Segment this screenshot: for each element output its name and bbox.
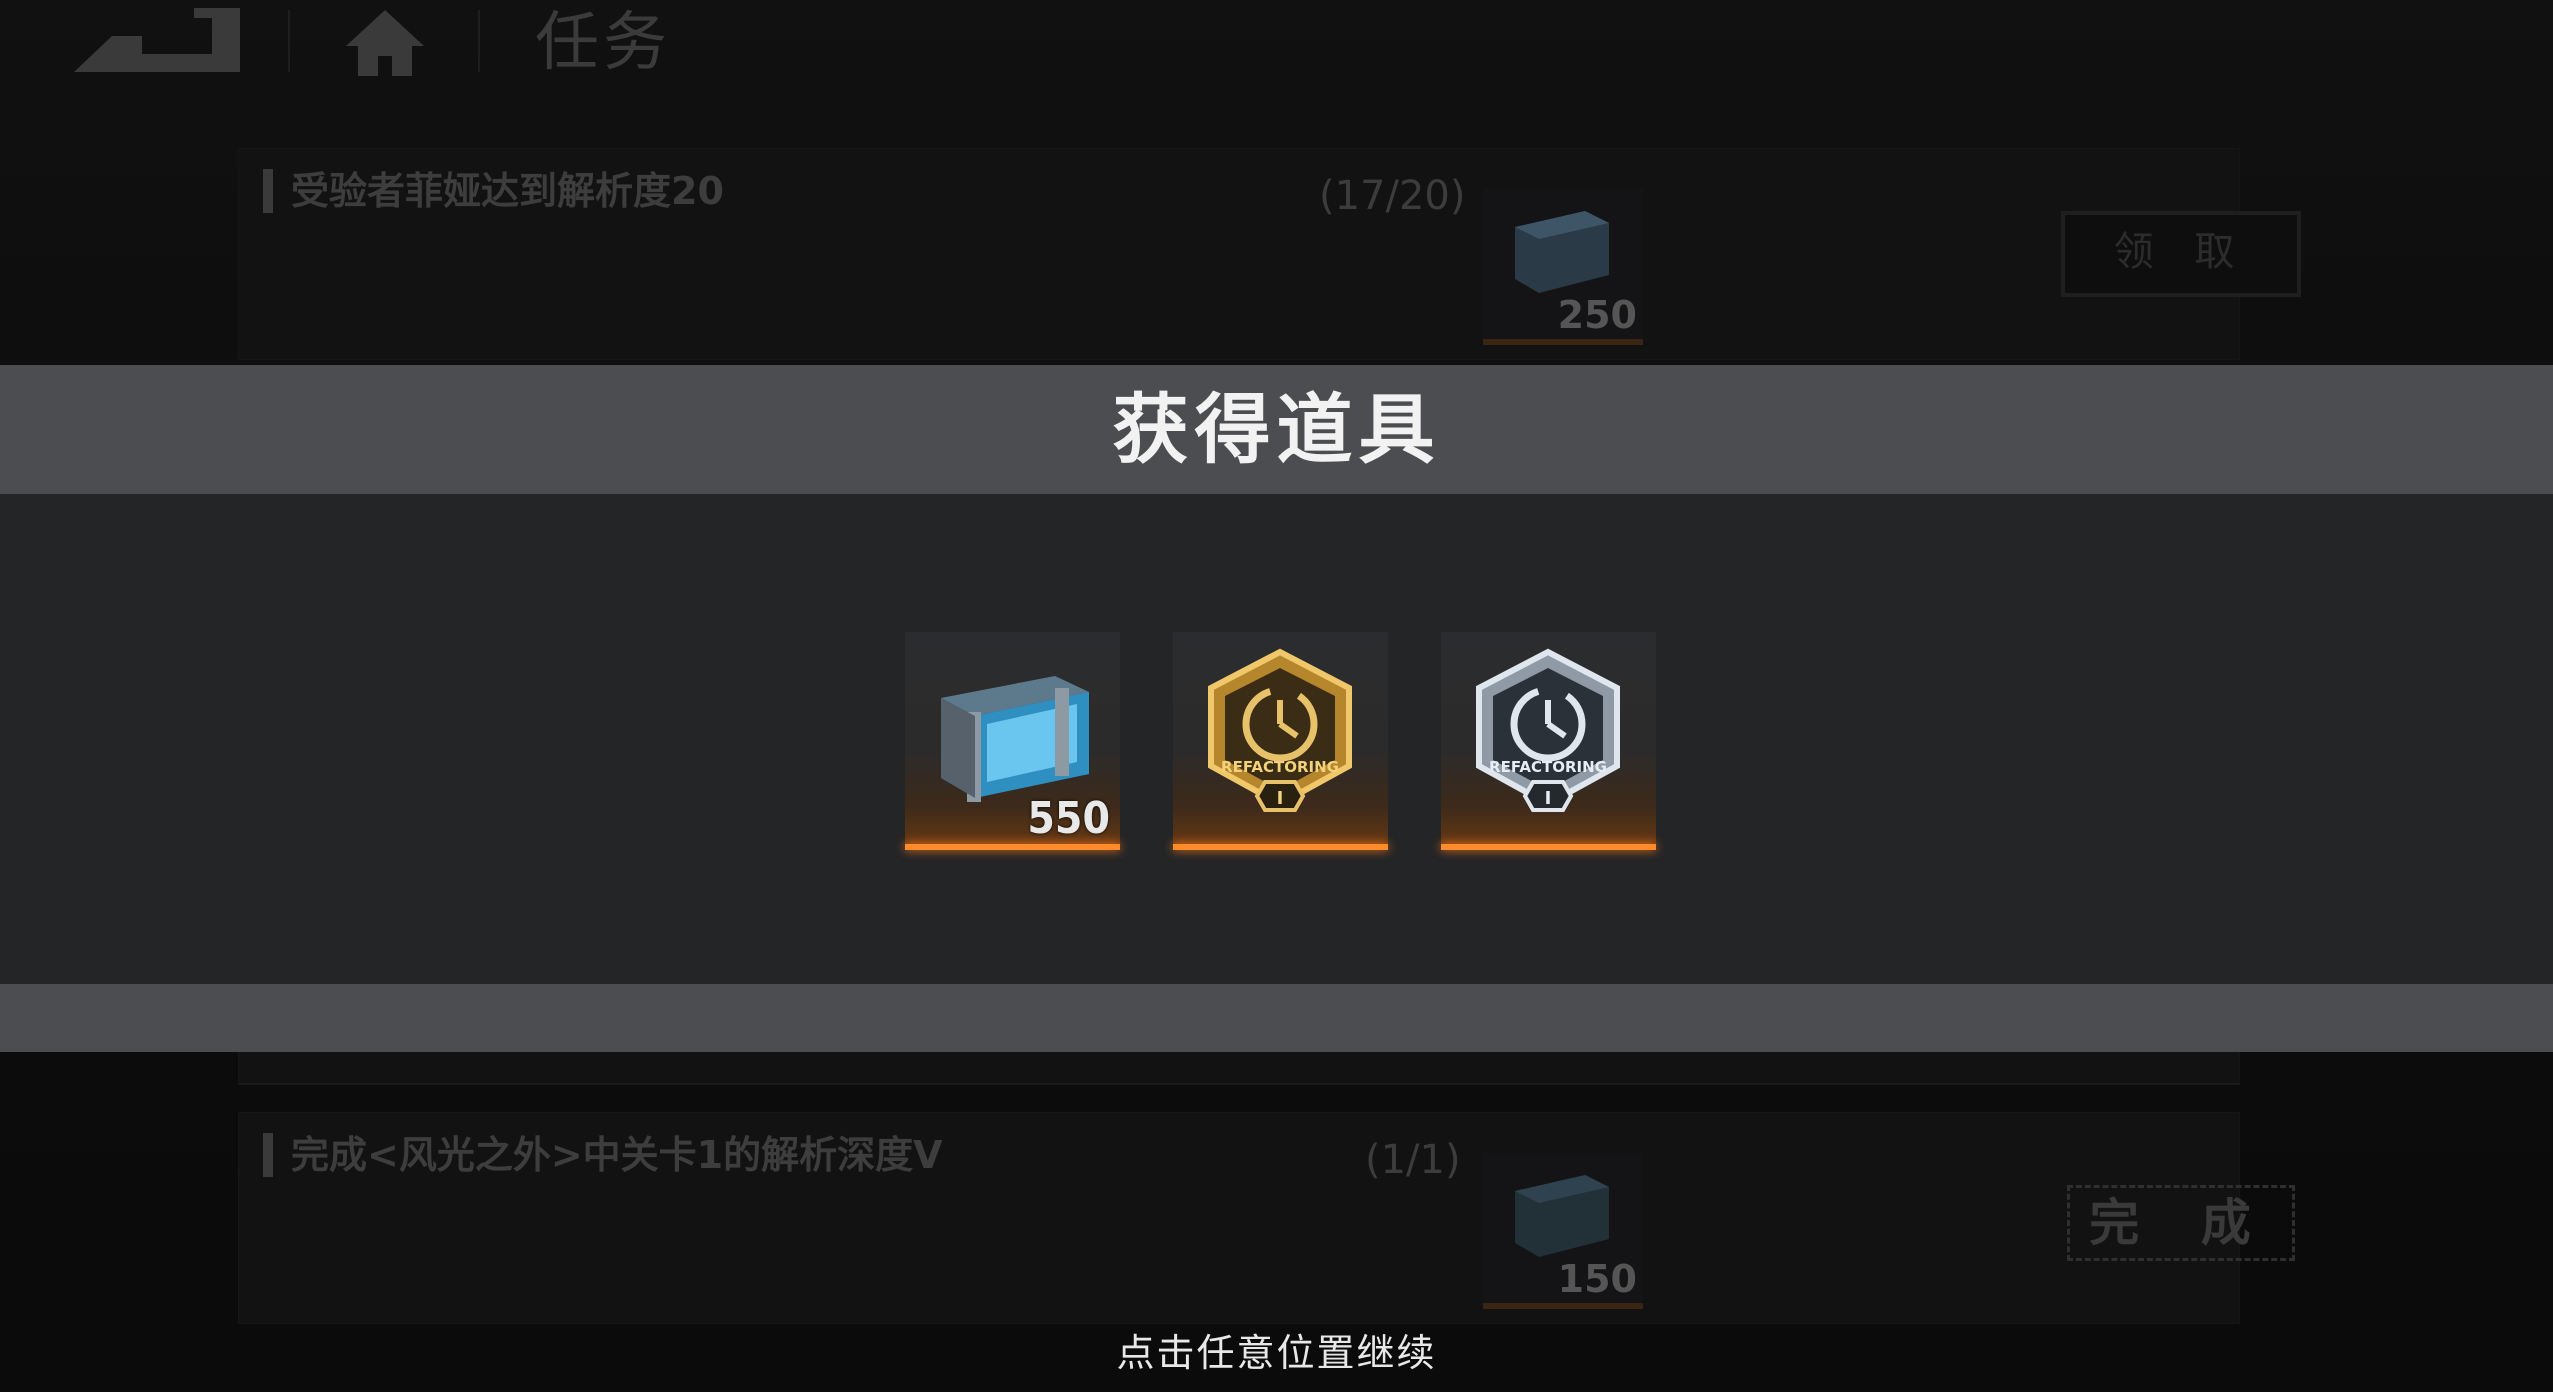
silver-refactoring-badge-icon: REFACTORING I [1476,648,1620,812]
page-title: 任务 [535,6,671,80]
modal-footer [0,984,2553,1052]
badge-tier: I [1545,788,1552,809]
divider [288,10,290,72]
supply-crate-icon [1515,211,1609,293]
rarity-glow [1441,844,1656,850]
reward-item[interactable]: REFACTORING I [1441,632,1656,850]
reward-quantity: 250 [1557,293,1637,337]
tap-to-continue-hint[interactable]: 点击任意位置继续 [0,1322,2553,1377]
task-progress: (1/1) [1365,1137,1461,1183]
home-button[interactable] [340,4,430,80]
task-name: 受验者菲娅达到解析度20 [263,169,724,213]
task-progress: (17/20) [1319,173,1466,219]
back-button[interactable] [72,6,244,74]
reward-quantity: 550 [1027,793,1110,844]
reward-quantity: 150 [1557,1257,1637,1301]
task-reward-item[interactable]: 250 [1483,189,1643,345]
divider [478,10,480,72]
task-card: 完成<风光之外>中关卡1的解析深度V (1/1) 150 完 成 [238,1112,2295,1324]
badge-tier: I [1277,788,1284,809]
task-name: 完成<风光之外>中关卡1的解析深度V [263,1133,943,1177]
rarity-glow [1173,844,1388,850]
rarity-glow [905,844,1120,850]
home-icon [346,10,424,76]
badge-label: REFACTORING [1221,758,1339,776]
top-bar: 任务 [0,0,2553,95]
complete-button[interactable]: 完 成 [2067,1185,2295,1261]
claim-button[interactable]: 领 取 [2061,211,2301,297]
task-reward-item[interactable]: 150 [1483,1153,1643,1309]
modal-header: 获得道具 [0,365,2553,494]
reward-item[interactable]: 550 [905,632,1120,850]
badge-label: REFACTORING [1489,758,1607,776]
gold-refactoring-badge-icon: REFACTORING I [1208,648,1352,812]
reward-item[interactable]: REFACTORING I [1173,632,1388,850]
supply-crate-icon [1515,1175,1609,1257]
task-card: 受验者菲娅达到解析度20 (17/20) 250 领 取 [238,148,2301,360]
modal-title: 获得道具 [1112,385,1441,474]
back-arrow-icon [74,8,240,72]
